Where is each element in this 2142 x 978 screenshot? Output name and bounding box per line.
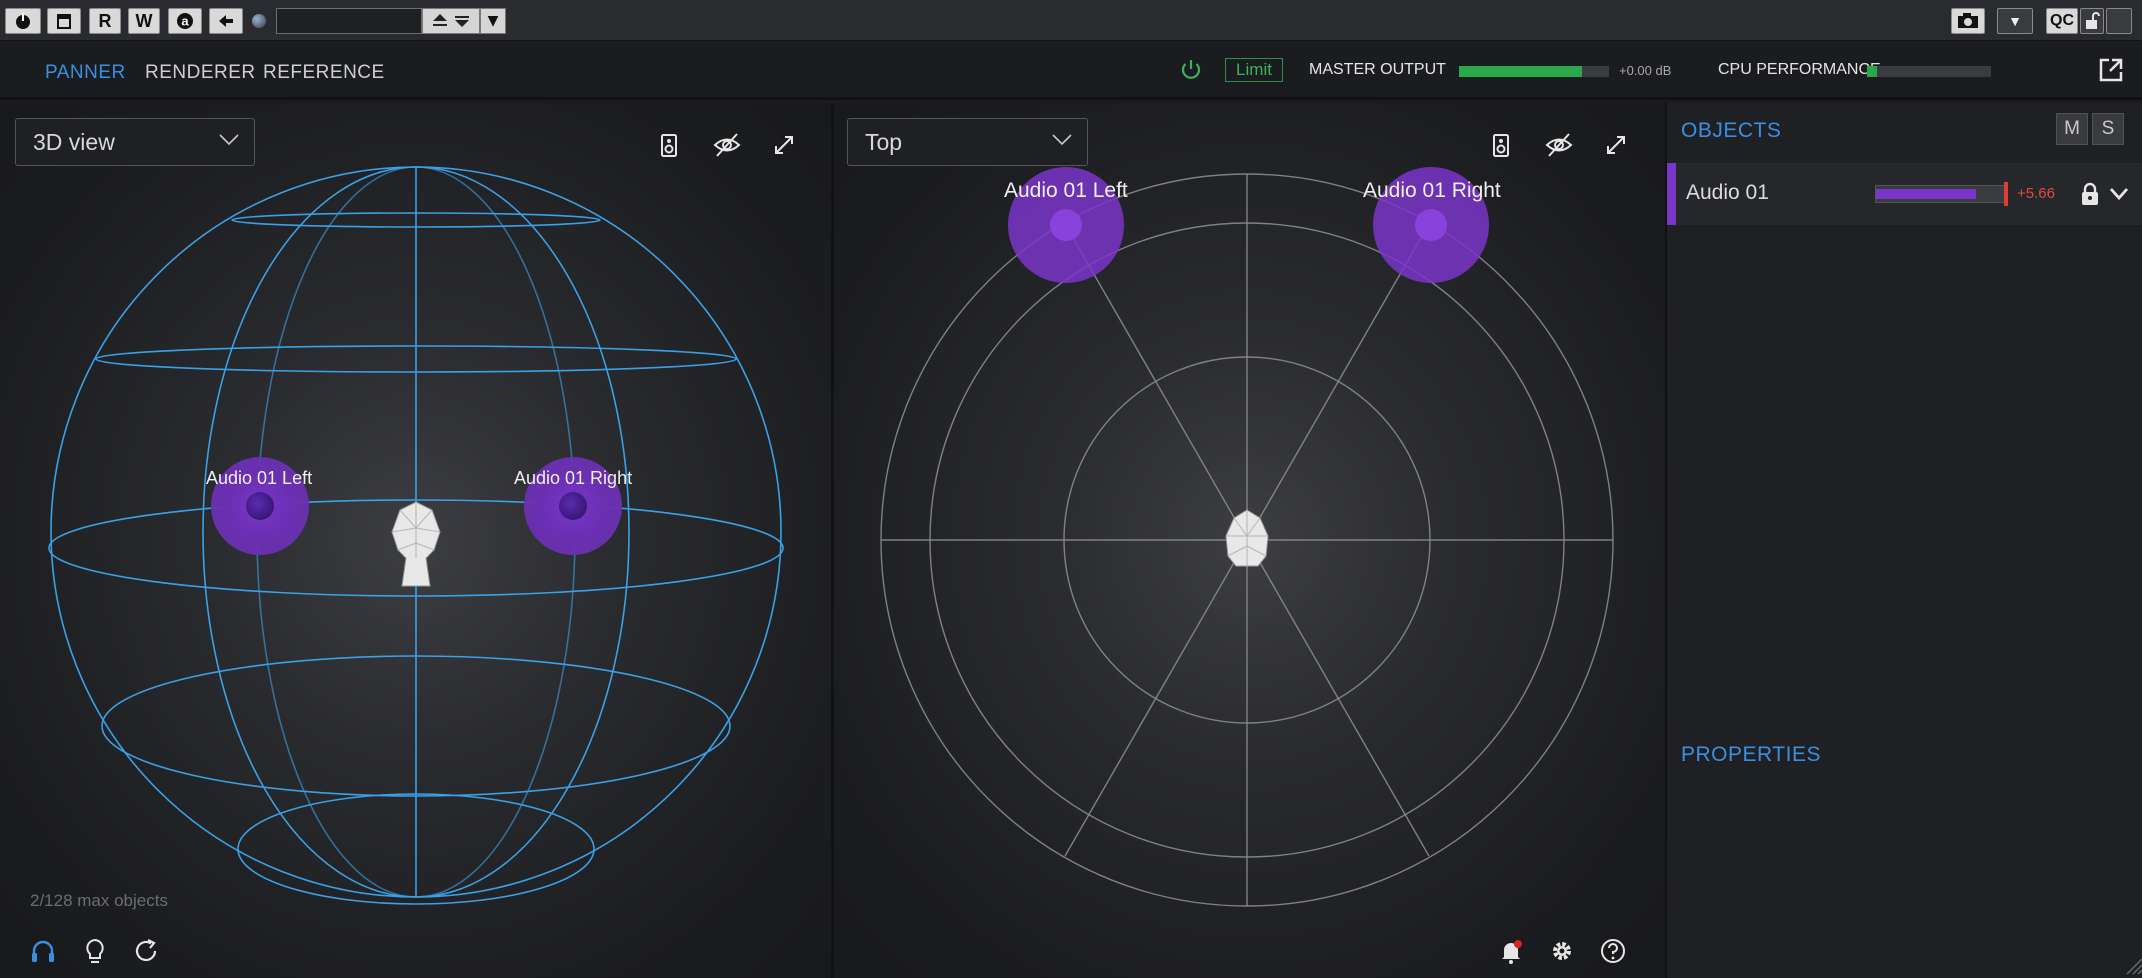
master-output-meter — [1459, 66, 1609, 77]
speaker-icon[interactable] — [654, 130, 684, 160]
object-label: Audio 01 Right — [514, 468, 633, 488]
objects-title: OBJECTS — [1681, 119, 1782, 142]
view-top-panel[interactable]: Audio 01 Left Audio 01 Right Top — [834, 103, 1665, 978]
object-count: 2/128 max objects — [30, 891, 168, 910]
write-button[interactable]: W — [128, 8, 160, 34]
cpu-performance-meter — [1867, 66, 1991, 77]
object-label: Audio 01 Left — [1004, 179, 1128, 202]
mute-all-button[interactable]: M — [2056, 113, 2088, 145]
read-button[interactable]: R — [89, 8, 121, 34]
chevron-down-icon[interactable] — [2108, 185, 2130, 203]
object-color-strip — [1667, 163, 1676, 225]
bypass-button[interactable] — [47, 8, 81, 34]
cpu-performance-label: CPU PERFORMANCE — [1718, 61, 1881, 78]
host-toolbar: R W a ▼ ▼ QC — [0, 0, 2142, 41]
object-label: Audio 01 Right — [1363, 179, 1501, 202]
hide-icon[interactable] — [1544, 130, 1574, 160]
chevron-down-icon — [219, 134, 239, 146]
app-header: PANNER RENDERER REFERENCE Limit MASTER O… — [0, 42, 2142, 100]
object-level-meter-fill — [1876, 189, 1976, 199]
auto-button[interactable]: a — [168, 8, 202, 34]
link-indicator-icon — [252, 14, 266, 28]
qc-button[interactable]: QC — [2046, 8, 2078, 34]
notification-icon[interactable] — [1497, 937, 1525, 965]
preset-stepper[interactable] — [422, 8, 480, 34]
extra-toggle-button[interactable] — [2106, 8, 2132, 34]
view-select-top[interactable]: Top — [847, 118, 1088, 166]
objects-panel: OBJECTS M S Audio 01 +5.66 PROPERTIES — [1665, 103, 2142, 978]
snapshot-button[interactable] — [1951, 8, 1985, 34]
lock-icon[interactable] — [2080, 182, 2100, 206]
power-button[interactable] — [5, 8, 41, 34]
solo-all-button[interactable]: S — [2092, 113, 2124, 145]
bypass-icon — [57, 14, 71, 29]
expand-icon[interactable] — [769, 130, 799, 160]
svg-text:a: a — [181, 14, 189, 29]
view-select-3d[interactable]: 3D view — [15, 118, 255, 166]
headphones-icon[interactable] — [29, 937, 57, 965]
power-icon — [16, 13, 30, 29]
popout-icon[interactable] — [2098, 57, 2124, 83]
auto-icon: a — [177, 13, 193, 29]
camera-icon — [1958, 13, 1978, 28]
lock-toggle-button[interactable] — [2080, 8, 2104, 34]
up-down-arrows-icon — [433, 14, 469, 27]
hide-icon[interactable] — [712, 130, 742, 160]
snapshot-dropdown[interactable]: ▼ — [1997, 8, 2033, 34]
settings-icon[interactable] — [1548, 937, 1576, 965]
master-output-meter-fill — [1459, 66, 1582, 77]
arrow-left-icon — [219, 15, 233, 27]
expand-icon[interactable] — [1601, 130, 1631, 160]
unlock-icon — [2086, 12, 2100, 29]
object-name: Audio 01 — [1686, 181, 1769, 204]
tab-reference[interactable]: REFERENCE — [263, 62, 385, 84]
listener-head-icon — [391, 501, 441, 587]
limit-button[interactable]: Limit — [1225, 58, 1283, 82]
view-3d-panel[interactable]: Audio 01 Left Audio 01 Right 3D view 2/1… — [0, 103, 831, 978]
object-db: +5.66 — [2017, 185, 2055, 202]
object-label: Audio 01 Left — [206, 468, 313, 488]
object-level-meter — [1875, 185, 2005, 203]
refresh-icon[interactable] — [132, 937, 160, 965]
preset-dropdown-button[interactable]: ▼ — [480, 8, 506, 34]
master-output-label: MASTER OUTPUT — [1309, 61, 1446, 78]
lightbulb-icon[interactable] — [81, 937, 109, 965]
chevron-down-icon — [1052, 134, 1072, 146]
tab-renderer[interactable]: RENDERER — [145, 62, 256, 84]
object-peak-indicator — [2004, 182, 2008, 206]
help-icon[interactable] — [1599, 937, 1627, 965]
master-output-db: +0.00 dB — [1619, 63, 1672, 78]
cpu-performance-meter-fill — [1867, 66, 1877, 77]
back-button[interactable] — [209, 8, 243, 34]
speaker-icon[interactable] — [1486, 130, 1516, 160]
properties-title: PROPERTIES — [1681, 743, 1821, 766]
resize-grip-icon[interactable] — [2123, 955, 2142, 975]
preset-input[interactable] — [276, 8, 422, 34]
tab-panner[interactable]: PANNER — [45, 62, 126, 84]
limiter-power-icon[interactable] — [1178, 57, 1204, 83]
listener-head-top-icon — [1225, 509, 1269, 567]
object-row[interactable]: Audio 01 +5.66 — [1667, 163, 2142, 225]
